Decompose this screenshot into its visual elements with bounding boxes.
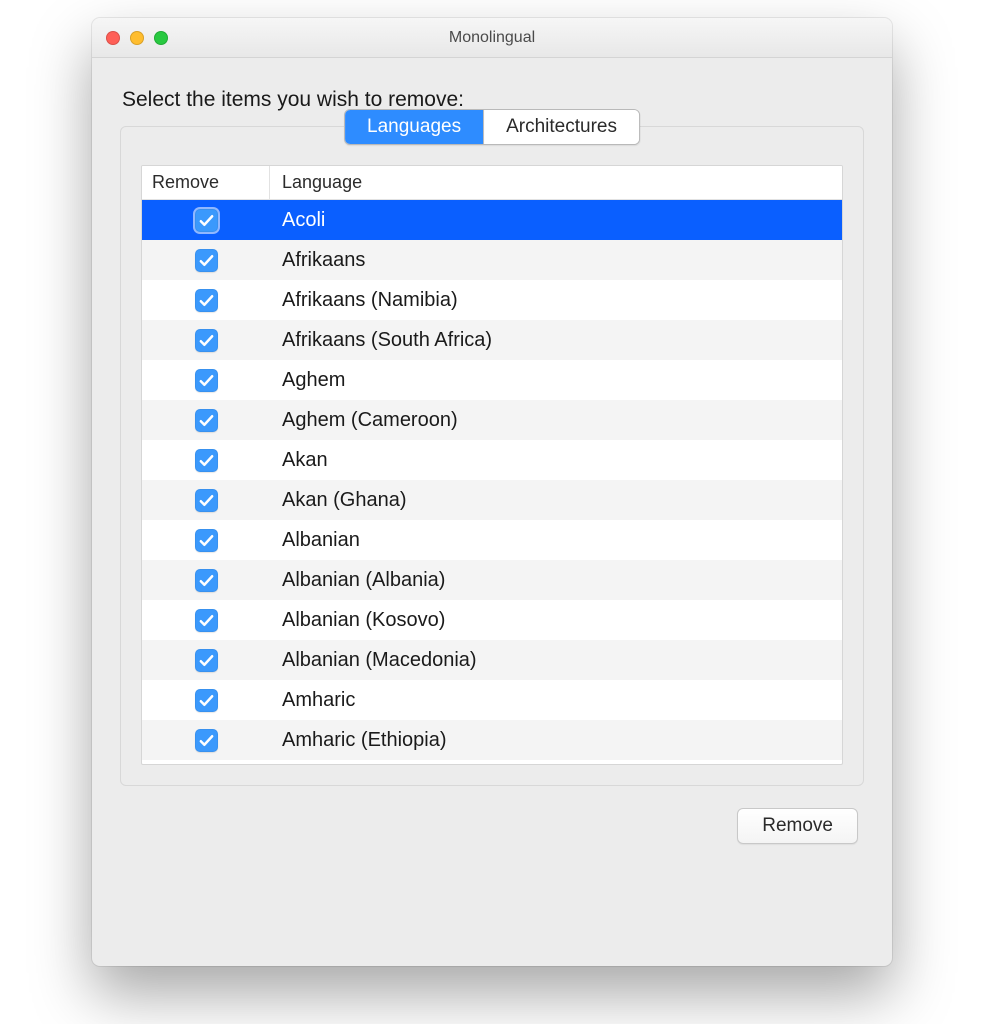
main-panel: Languages Architectures Remove Language … bbox=[120, 126, 864, 786]
cell-language: Albanian bbox=[270, 529, 842, 552]
window-title: Monolingual bbox=[92, 29, 892, 47]
cell-remove bbox=[142, 649, 270, 672]
cell-remove bbox=[142, 529, 270, 552]
cell-remove bbox=[142, 329, 270, 352]
cell-language: Afrikaans bbox=[270, 249, 842, 272]
cell-language: Amharic bbox=[270, 689, 842, 712]
table-row[interactable]: Afrikaans (Namibia) bbox=[142, 280, 842, 320]
cell-remove bbox=[142, 609, 270, 632]
close-icon[interactable] bbox=[106, 31, 120, 45]
remove-checkbox[interactable] bbox=[195, 449, 218, 472]
remove-button[interactable]: Remove bbox=[737, 808, 858, 844]
footer: Remove bbox=[120, 786, 864, 844]
cell-language: Amharic (Ethiopia) bbox=[270, 729, 842, 752]
languages-table: Remove Language Acoli Afrikaans Afrikaans … bbox=[141, 165, 843, 765]
cell-language: Albanian (Kosovo) bbox=[270, 609, 842, 632]
minimize-icon[interactable] bbox=[130, 31, 144, 45]
table-row[interactable]: Afrikaans (South Africa) bbox=[142, 320, 842, 360]
remove-checkbox[interactable] bbox=[195, 689, 218, 712]
table-row[interactable]: Albanian (Kosovo) bbox=[142, 600, 842, 640]
table-row[interactable]: Amharic bbox=[142, 680, 842, 720]
remove-checkbox[interactable] bbox=[195, 529, 218, 552]
table-body[interactable]: Acoli Afrikaans Afrikaans (Namibia) Afrikaa… bbox=[142, 200, 842, 764]
table-row[interactable]: Albanian bbox=[142, 520, 842, 560]
window-controls bbox=[106, 31, 168, 45]
remove-checkbox[interactable] bbox=[195, 329, 218, 352]
cell-remove bbox=[142, 489, 270, 512]
app-window: Monolingual Select the items you wish to… bbox=[92, 18, 892, 966]
table-row[interactable]: Aghem (Cameroon) bbox=[142, 400, 842, 440]
tab-architectures[interactable]: Architectures bbox=[483, 110, 639, 144]
cell-remove bbox=[142, 289, 270, 312]
table-row[interactable]: Amharic (Ethiopia) bbox=[142, 720, 842, 760]
cell-language: Aghem bbox=[270, 369, 842, 392]
remove-checkbox[interactable] bbox=[195, 569, 218, 592]
cell-language: Akan bbox=[270, 449, 842, 472]
window-content: Select the items you wish to remove: Lan… bbox=[92, 58, 892, 872]
remove-checkbox[interactable] bbox=[195, 489, 218, 512]
remove-checkbox[interactable] bbox=[195, 289, 218, 312]
remove-checkbox[interactable] bbox=[195, 369, 218, 392]
cell-language: Albanian (Macedonia) bbox=[270, 649, 842, 672]
remove-checkbox[interactable] bbox=[195, 649, 218, 672]
cell-remove bbox=[142, 369, 270, 392]
remove-checkbox[interactable] bbox=[195, 209, 218, 232]
table-header: Remove Language bbox=[142, 166, 842, 200]
cell-language: Albanian (Albania) bbox=[270, 569, 842, 592]
table-row[interactable]: Albanian (Albania) bbox=[142, 560, 842, 600]
cell-remove bbox=[142, 569, 270, 592]
cell-remove bbox=[142, 689, 270, 712]
tab-segmented-control: Languages Architectures bbox=[344, 109, 640, 145]
table-row[interactable]: Akan (Ghana) bbox=[142, 480, 842, 520]
cell-remove bbox=[142, 729, 270, 752]
cell-language: Akan (Ghana) bbox=[270, 489, 842, 512]
cell-language: Acoli bbox=[270, 209, 842, 232]
column-header-language[interactable]: Language bbox=[270, 166, 842, 199]
cell-remove bbox=[142, 409, 270, 432]
table-row[interactable]: Acoli bbox=[142, 200, 842, 240]
remove-checkbox[interactable] bbox=[195, 249, 218, 272]
column-header-remove[interactable]: Remove bbox=[142, 166, 270, 199]
table-row[interactable]: Aghem bbox=[142, 360, 842, 400]
cell-remove bbox=[142, 249, 270, 272]
table-row[interactable]: Afrikaans bbox=[142, 240, 842, 280]
cell-remove bbox=[142, 209, 270, 232]
cell-language: Afrikaans (South Africa) bbox=[270, 329, 842, 352]
remove-checkbox[interactable] bbox=[195, 409, 218, 432]
table-row[interactable]: Akan bbox=[142, 440, 842, 480]
remove-checkbox[interactable] bbox=[195, 729, 218, 752]
tab-languages[interactable]: Languages bbox=[345, 110, 483, 144]
remove-checkbox[interactable] bbox=[195, 609, 218, 632]
titlebar: Monolingual bbox=[92, 18, 892, 58]
table-row[interactable]: Albanian (Macedonia) bbox=[142, 640, 842, 680]
cell-remove bbox=[142, 449, 270, 472]
zoom-icon[interactable] bbox=[154, 31, 168, 45]
cell-language: Aghem (Cameroon) bbox=[270, 409, 842, 432]
cell-language: Afrikaans (Namibia) bbox=[270, 289, 842, 312]
